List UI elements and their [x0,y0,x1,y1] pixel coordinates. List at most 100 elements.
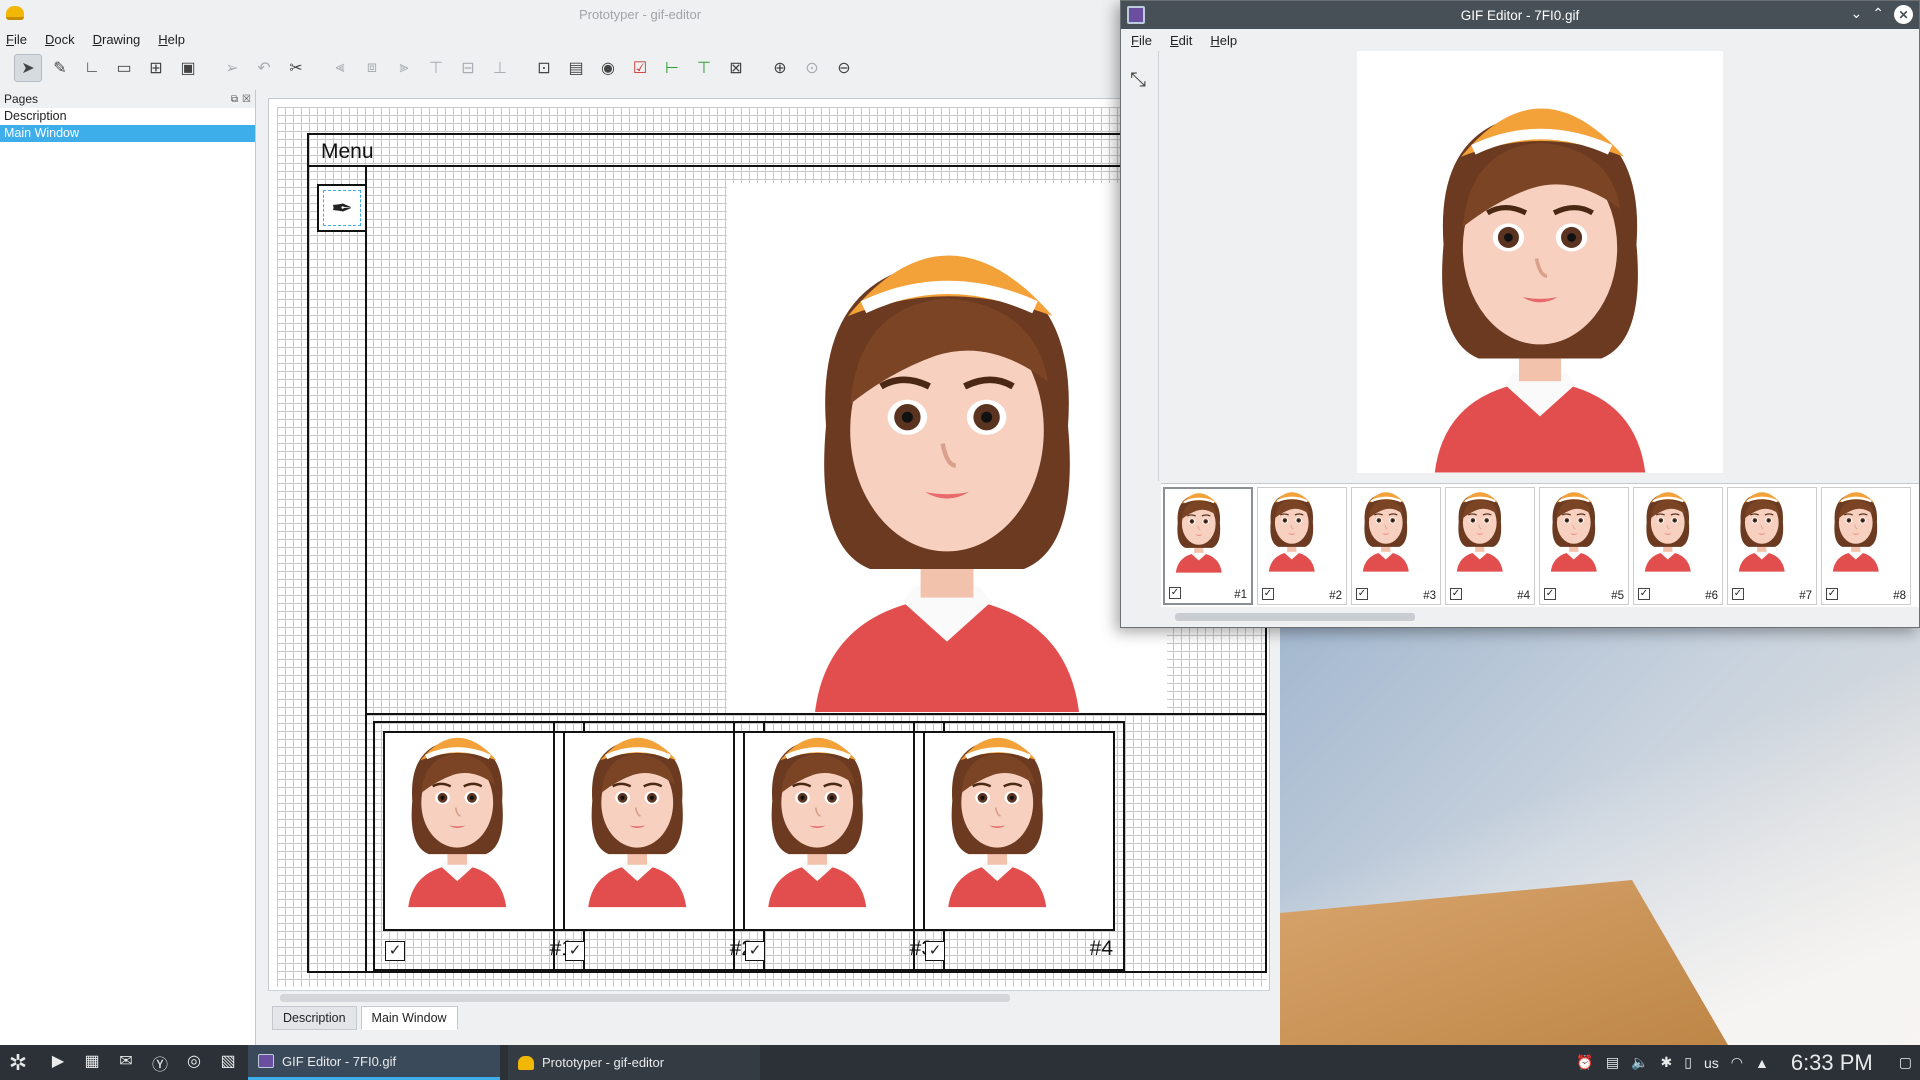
align-vcenter-icon[interactable]: ⊟ [454,54,482,82]
frame-thumbnail-1 [385,733,573,929]
radio-icon[interactable]: ◉ [594,54,622,82]
checkbox-icon[interactable]: ☑ [626,54,654,82]
gif-frame-3-checkbox[interactable]: ✓ [1356,588,1368,600]
terminal-icon[interactable]: ▶ [46,1051,70,1075]
gif-frame-6-checkbox[interactable]: ✓ [1638,588,1650,600]
zoom-in-icon[interactable]: ⊕ [766,54,794,82]
close-icon[interactable]: ✕ [1894,5,1913,24]
page-item-description[interactable]: Description [0,108,255,125]
gif-menu-edit[interactable]: Edit [1170,33,1192,48]
image-icon[interactable]: ▣ [174,54,202,82]
gif-frame-5[interactable]: ✓ #5 [1539,487,1629,605]
crop-icon[interactable]: ✂ [282,54,310,82]
gif-frame-2-checkbox[interactable]: ✓ [1262,588,1274,600]
gif-frame-2[interactable]: ✓ #2 [1257,487,1347,605]
pen-icon[interactable]: ✎ [46,54,74,82]
notifications-icon[interactable]: ⏰ [1576,1054,1593,1071]
close-panel-icon[interactable]: ☒ [242,94,251,105]
crop-tool-icon[interactable]: ⤡ [1130,69,1146,92]
gif-frame-7-checkbox[interactable]: ✓ [1732,588,1744,600]
chrome-icon[interactable]: ◎ [182,1051,206,1075]
color-picker-tool-icon[interactable]: ✒ [317,184,367,232]
gif-frame-1-checkbox[interactable]: ✓ [1169,587,1181,599]
gif-menu-file[interactable]: File [1131,33,1152,48]
group-icon[interactable]: ⊞ [142,54,170,82]
pages-panel: Pages ⧉ ☒ Description Main Window [0,90,256,1045]
rectangle-icon[interactable]: ▭ [110,54,138,82]
canvas-horizontal-scrollbar[interactable] [268,990,1270,1004]
ok-button-icon[interactable]: ⊡ [530,54,558,82]
zoom-out-icon[interactable]: ⊖ [830,54,858,82]
preview-image[interactable] [727,183,1167,713]
minimize-icon[interactable]: ⌄ [1851,5,1863,24]
tab-main-window[interactable]: Main Window [360,1006,458,1030]
gif-frame-5-checkbox[interactable]: ✓ [1544,588,1556,600]
gif-frame-6[interactable]: ✓ #6 [1633,487,1723,605]
align-right-icon[interactable]: ⫸ [390,54,418,82]
maximize-icon[interactable]: ⌃ [1872,5,1884,24]
align-hcenter-icon[interactable]: ⧈ [358,54,386,82]
gif-frame-8-checkbox[interactable]: ✓ [1826,588,1838,600]
select-icon[interactable]: ➤ [14,54,42,82]
frame-1-checkbox[interactable]: ✓ [385,941,405,961]
arrow-right-icon[interactable]: ➢ [218,54,246,82]
editor-icon[interactable]: ▧ [216,1051,240,1075]
clipboard-icon[interactable]: ▤ [1606,1054,1619,1071]
gif-editor-menubar: File Edit Help [1121,29,1919,51]
battery-icon[interactable]: ▯ [1684,1054,1692,1071]
system-tray: ⏰ ▤ 🔈 ✱ ▯ us ◠ ▲ 6:33 PM ▢ [1576,1045,1920,1080]
task-gif-editor[interactable]: GIF Editor - 7FI0.gif [248,1045,500,1080]
gif-frame-8[interactable]: ✓ #8 [1821,487,1911,605]
gif-frame-4[interactable]: ✓ #4 [1445,487,1535,605]
combobox-icon[interactable]: ▤ [562,54,590,82]
app-launcher-icon[interactable]: ✲ [0,1045,36,1080]
browser-y-icon[interactable]: Ⓨ [148,1051,172,1075]
show-desktop-icon[interactable]: ▢ [1899,1054,1912,1071]
bluetooth-icon[interactable]: ✱ [1661,1054,1673,1071]
prototyper-titlebar[interactable]: Prototyper - gif-editor [0,0,1280,28]
menu-help[interactable]: Help [158,32,185,47]
align-left-icon[interactable]: ⫷ [326,54,354,82]
page-item-main-window[interactable]: Main Window [0,125,255,142]
frames-strip-scrollbar[interactable] [1161,609,1919,625]
align-bottom-icon[interactable]: ⊥ [486,54,514,82]
gif-frame-4-checkbox[interactable]: ✓ [1450,588,1462,600]
gif-frame-preview[interactable] [1357,51,1723,473]
spinbox-icon[interactable]: ⊠ [722,54,750,82]
gif-editor-titlebar[interactable]: GIF Editor - 7FI0.gif ⌄ ⌃ ✕ [1121,1,1919,29]
frame-2-checkbox[interactable]: ✓ [565,941,585,961]
vslider-icon[interactable]: ⊤ [690,54,718,82]
menu-drawing[interactable]: Drawing [93,32,141,47]
align-top-icon[interactable]: ⊤ [422,54,450,82]
frame-4-checkbox[interactable]: ✓ [925,941,945,961]
frame-cell-4[interactable]: ✓ #4 [913,721,1125,971]
polyline-icon[interactable]: ∟ [78,54,106,82]
wifi-icon[interactable]: ◠ [1731,1054,1743,1071]
gif-menu-help[interactable]: Help [1210,33,1237,48]
tool-bar-frame[interactable] [307,165,367,973]
tab-description[interactable]: Description [272,1006,357,1030]
tray-expand-icon[interactable]: ▲ [1755,1055,1769,1071]
volume-icon[interactable]: 🔈 [1631,1054,1648,1071]
quick-launch: ▶ ▦ ✉ Ⓨ ◎ ▧ [36,1051,240,1075]
menu-file[interactable]: File [6,32,27,47]
gif-frame-1[interactable]: ✓ #1 [1163,487,1253,605]
task-prototyper[interactable]: Prototyper - gif-editor [508,1045,760,1080]
frame-4-label: #4 [1089,937,1113,960]
gif-frame-3[interactable]: ✓ #3 [1351,487,1441,605]
mail-icon[interactable]: ✉ [114,1051,138,1075]
float-panel-icon[interactable]: ⧉ [231,94,238,105]
gif-editor-app-icon [1127,6,1145,24]
prototyper-title: Prototyper - gif-editor [578,6,702,22]
canvas-grid: Menu ✒ ✓ #1 ✓ #2 ✓ #3 ✓ #4 [277,107,1267,987]
arrow-left-icon[interactable]: ↶ [250,54,278,82]
hslider-icon[interactable]: ⊢ [658,54,686,82]
file-manager-icon[interactable]: ▦ [80,1051,104,1075]
zoom-original-icon[interactable]: ⊙ [798,54,826,82]
gif-frame-7[interactable]: ✓ #7 [1727,487,1817,605]
menu-dock[interactable]: Dock [45,32,75,47]
frame-3-checkbox[interactable]: ✓ [745,941,765,961]
taskbar: ✲ ▶ ▦ ✉ Ⓨ ◎ ▧ GIF Editor - 7FI0.gif Prot… [0,1045,1920,1080]
keyboard-layout[interactable]: us [1704,1055,1719,1071]
clock[interactable]: 6:33 PM [1791,1050,1873,1076]
